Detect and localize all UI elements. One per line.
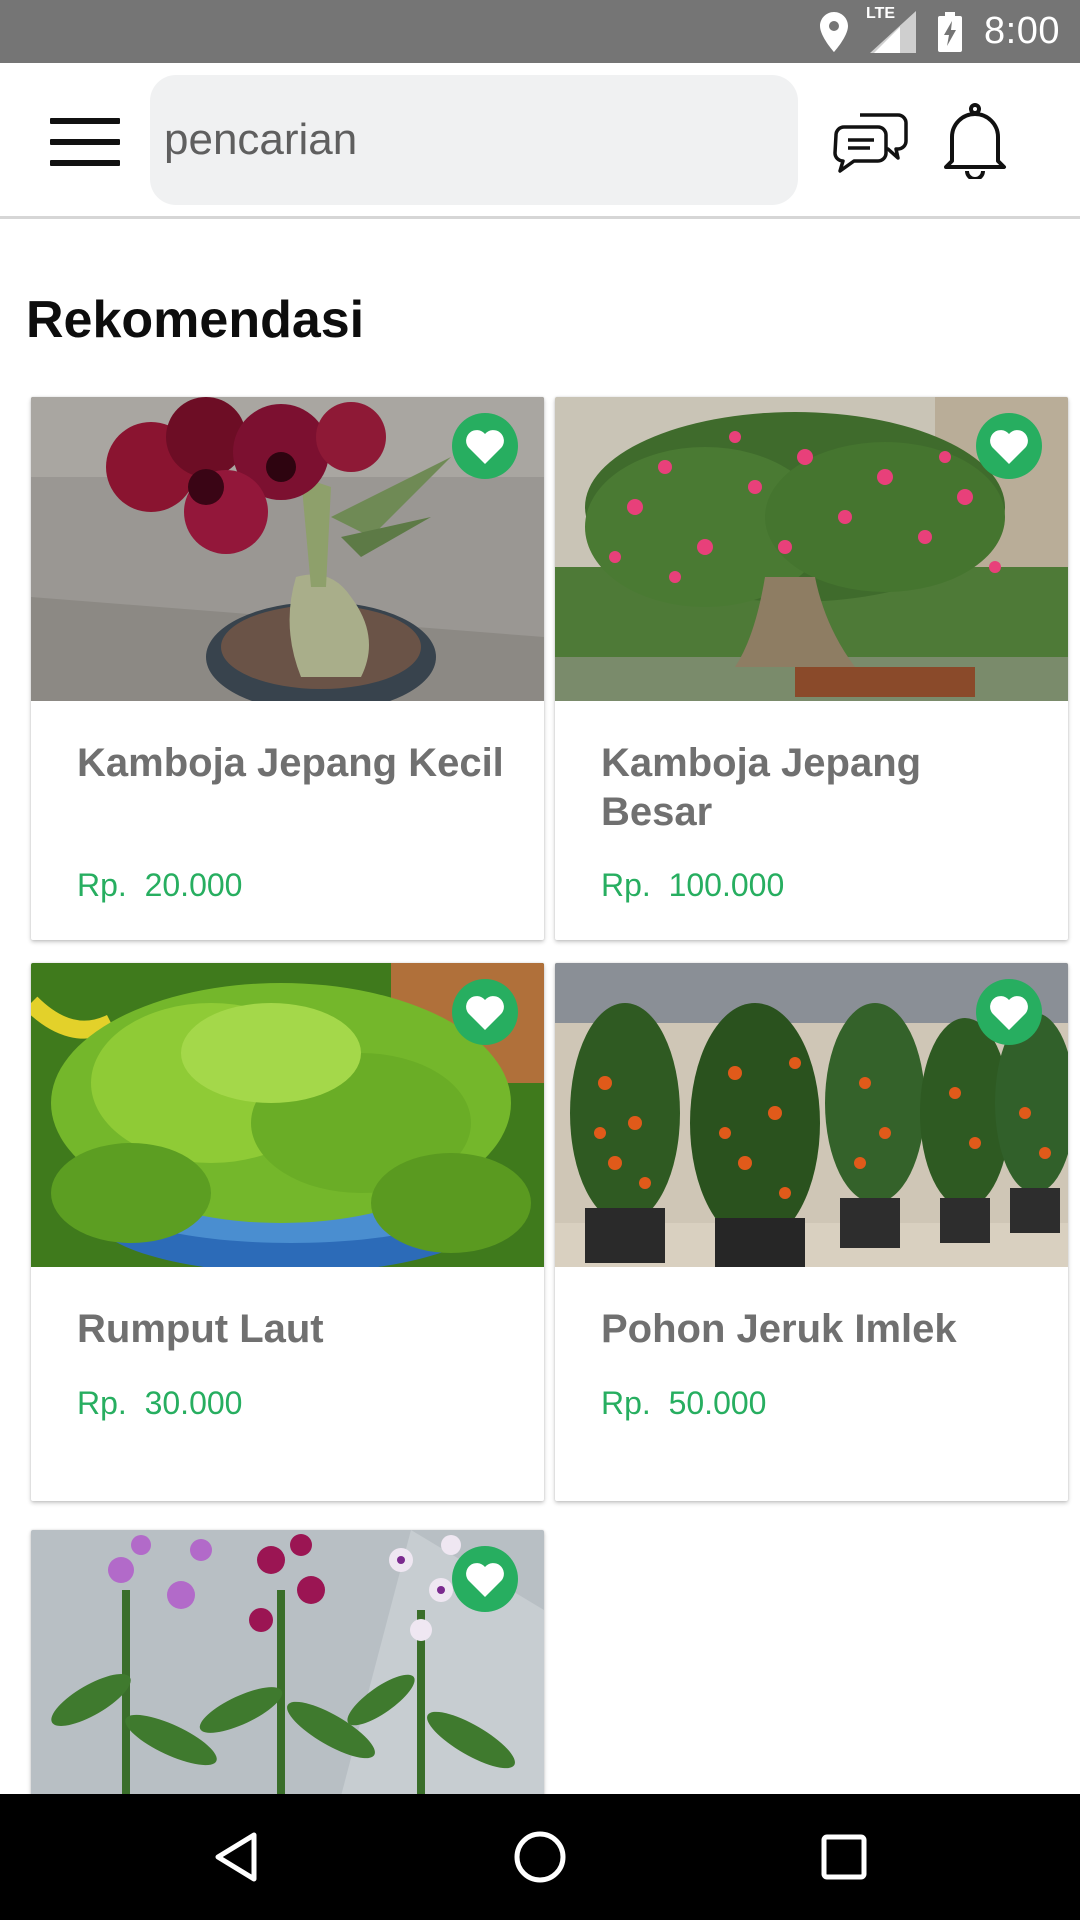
section-title: Rekomendasi: [26, 291, 365, 349]
product-card[interactable]: Kamboja Jepang Besar Rp. 100.000: [555, 397, 1068, 940]
product-name: Kamboja Jepang Besar: [601, 741, 922, 834]
product-name: Rumput Laut: [77, 1307, 324, 1351]
product-card[interactable]: Pohon Jeruk Imlek Rp. 50.000: [555, 963, 1068, 1501]
favorite-button[interactable]: [452, 1546, 518, 1612]
network-label: LTE: [866, 4, 896, 22]
back-triangle-icon[interactable]: [176, 1794, 296, 1920]
product-name: Kamboja Jepang Kecil: [77, 741, 504, 785]
favorite-button[interactable]: [976, 413, 1042, 479]
product-price: Rp. 100.000: [601, 867, 785, 903]
chat-bubbles-icon[interactable]: [832, 105, 908, 175]
product-card[interactable]: Rumput Laut Rp. 30.000: [31, 963, 544, 1501]
app-bar: [0, 63, 1080, 219]
heart-icon: [990, 996, 1028, 1030]
product-card[interactable]: [31, 1530, 544, 1830]
status-time: 8:00: [984, 10, 1060, 52]
status-bar: LTE 8:00: [0, 0, 1080, 63]
favorite-button[interactable]: [452, 979, 518, 1045]
recents-square-icon[interactable]: [784, 1794, 904, 1920]
system-nav-bar: [0, 1794, 1080, 1920]
heart-icon: [466, 1563, 504, 1597]
search-input[interactable]: [150, 75, 798, 205]
heart-icon: [990, 430, 1028, 464]
battery-charging-icon: [938, 11, 963, 52]
favorite-button[interactable]: [976, 979, 1042, 1045]
heart-icon: [466, 430, 504, 464]
product-card[interactable]: Kamboja Jepang Kecil Rp. 20.000: [31, 397, 544, 940]
heart-icon: [466, 996, 504, 1030]
hamburger-menu-icon[interactable]: [50, 118, 120, 166]
home-circle-icon[interactable]: [480, 1794, 600, 1920]
product-name: Pohon Jeruk Imlek: [601, 1307, 957, 1351]
bell-icon[interactable]: [942, 103, 1008, 181]
location-icon: [820, 11, 849, 52]
favorite-button[interactable]: [452, 413, 518, 479]
product-price: Rp. 20.000: [77, 867, 243, 903]
signal-icon: LTE: [866, 5, 917, 53]
product-price: Rp. 30.000: [77, 1385, 243, 1421]
product-price: Rp. 50.000: [601, 1385, 767, 1421]
